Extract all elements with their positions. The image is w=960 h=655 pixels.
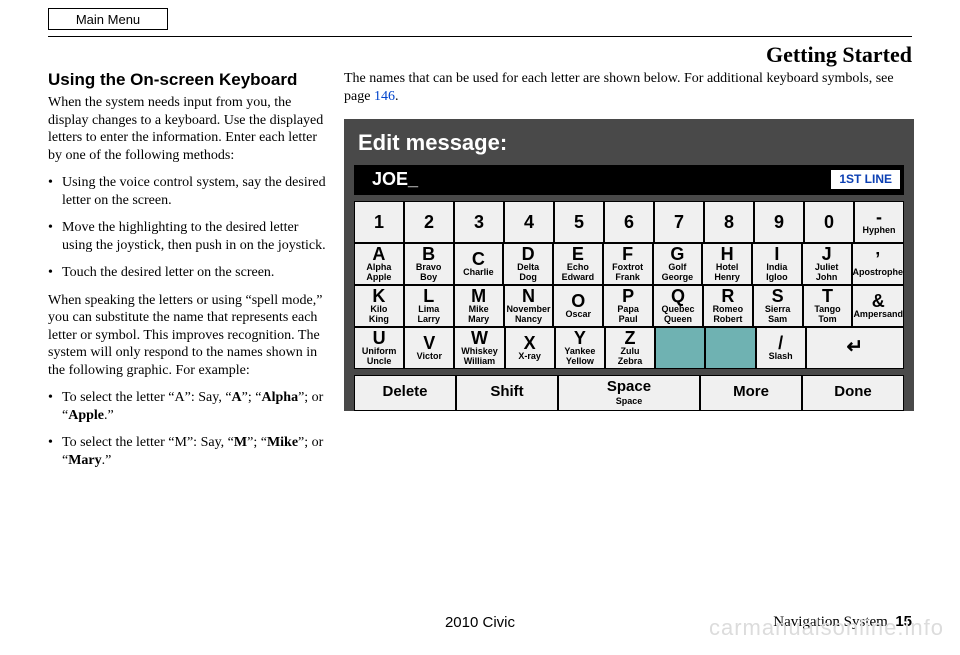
keyboard-row: AAlpha AppleBBravo BoyCCharlieDDelta Dog… <box>354 243 904 285</box>
list-item: Move the highlighting to the desired let… <box>48 219 328 254</box>
right-intro: The names that can be used for each lett… <box>344 70 912 105</box>
key-s[interactable]: SSierra Sam <box>753 285 803 327</box>
key-j[interactable]: JJuliet John <box>802 243 852 285</box>
key-t[interactable]: TTango Tom <box>803 285 853 327</box>
key-k[interactable]: KKilo King <box>354 285 404 327</box>
key-c[interactable]: CCharlie <box>454 243 504 285</box>
list-item: To select the letter “M”: Say, “M”; “Mik… <box>48 434 328 469</box>
key-/[interactable]: /Slash <box>756 327 806 369</box>
methods-list: Using the voice control system, say the … <box>48 174 328 282</box>
key-4[interactable]: 4 <box>504 201 554 243</box>
key-’[interactable]: ’Apostrophe <box>852 243 905 285</box>
shift-button[interactable]: Shift <box>456 375 558 411</box>
key-5[interactable]: 5 <box>554 201 604 243</box>
key-m[interactable]: MMike Mary <box>454 285 504 327</box>
right-column: The names that can be used for each lett… <box>344 70 912 423</box>
keyboard-row: KKilo KingLLima LarryMMike MaryNNovember… <box>354 285 904 327</box>
line-badge[interactable]: 1ST LINE <box>831 170 900 189</box>
key--[interactable]: -Hyphen <box>854 201 904 243</box>
key-d[interactable]: DDelta Dog <box>503 243 553 285</box>
key-b[interactable]: BBravo Boy <box>404 243 454 285</box>
key-y[interactable]: YYankee Yellow <box>555 327 605 369</box>
disabled-key <box>705 327 755 369</box>
key-3[interactable]: 3 <box>454 201 504 243</box>
key-a[interactable]: AAlpha Apple <box>354 243 404 285</box>
key-v[interactable]: VVictor <box>404 327 454 369</box>
key-l[interactable]: LLima Larry <box>404 285 454 327</box>
key-u[interactable]: UUniform Uncle <box>354 327 404 369</box>
key-&[interactable]: &Ampersand <box>852 285 904 327</box>
keyboard-input-box: JOE_ 1ST LINE <box>354 165 904 195</box>
delete-button[interactable]: Delete <box>354 375 456 411</box>
intro-paragraph: When the system needs input from you, th… <box>48 94 328 164</box>
key-p[interactable]: PPapa Paul <box>603 285 653 327</box>
key-6[interactable]: 6 <box>604 201 654 243</box>
done-button[interactable]: Done <box>802 375 904 411</box>
keyboard-row: UUniform UncleVVictorWWhiskey WilliamXX-… <box>354 327 904 369</box>
keyboard-row: 1234567890-Hyphen <box>354 201 904 243</box>
key-8[interactable]: 8 <box>704 201 754 243</box>
disabled-key <box>655 327 705 369</box>
key-o[interactable]: OOscar <box>553 285 603 327</box>
enter-key[interactable]: ↵ <box>806 327 904 369</box>
onscreen-keyboard-panel: Edit message: JOE_ 1ST LINE 1234567890-H… <box>344 119 914 411</box>
enter-icon: ↵ <box>846 335 863 360</box>
keyboard-title: Edit message: <box>344 119 914 165</box>
keyboard-input-value: JOE_ <box>354 168 831 191</box>
page-header-title: Getting Started <box>766 42 912 68</box>
watermark: carmanualsonline.info <box>709 615 944 641</box>
key-i[interactable]: IIndia Igloo <box>752 243 802 285</box>
keyboard-bottom-row: Delete Shift Space Space More Done <box>354 375 904 411</box>
left-column: Using the On-screen Keyboard When the sy… <box>48 70 328 479</box>
key-g[interactable]: GGolf George <box>653 243 703 285</box>
key-w[interactable]: WWhiskey William <box>454 327 504 369</box>
key-h[interactable]: HHotel Henry <box>702 243 752 285</box>
key-7[interactable]: 7 <box>654 201 704 243</box>
list-item: Using the voice control system, say the … <box>48 174 328 209</box>
space-button[interactable]: Space Space <box>558 375 700 411</box>
key-q[interactable]: QQuebec Queen <box>653 285 703 327</box>
section-heading: Using the On-screen Keyboard <box>48 70 328 90</box>
key-n[interactable]: NNovember Nancy <box>504 285 554 327</box>
spell-mode-paragraph: When speaking the letters or using “spel… <box>48 292 328 380</box>
keyboard-grid: 1234567890-Hyphen AAlpha AppleBBravo Boy… <box>354 201 904 369</box>
key-2[interactable]: 2 <box>404 201 454 243</box>
key-1[interactable]: 1 <box>354 201 404 243</box>
key-9[interactable]: 9 <box>754 201 804 243</box>
key-0[interactable]: 0 <box>804 201 854 243</box>
main-menu-button[interactable]: Main Menu <box>48 8 168 30</box>
examples-list: To select the letter “A”: Say, “A”; “Alp… <box>48 389 328 469</box>
key-f[interactable]: FFoxtrot Frank <box>603 243 653 285</box>
key-x[interactable]: XX-ray <box>505 327 555 369</box>
header-rule <box>48 36 912 37</box>
key-z[interactable]: ZZulu Zebra <box>605 327 655 369</box>
list-item: To select the letter “A”: Say, “A”; “Alp… <box>48 389 328 424</box>
main-menu-label: Main Menu <box>76 12 140 27</box>
key-r[interactable]: RRomeo Robert <box>703 285 753 327</box>
list-item: Touch the desired letter on the screen. <box>48 264 328 282</box>
page-link-146[interactable]: 146 <box>374 89 395 104</box>
more-button[interactable]: More <box>700 375 802 411</box>
key-e[interactable]: EEcho Edward <box>553 243 603 285</box>
